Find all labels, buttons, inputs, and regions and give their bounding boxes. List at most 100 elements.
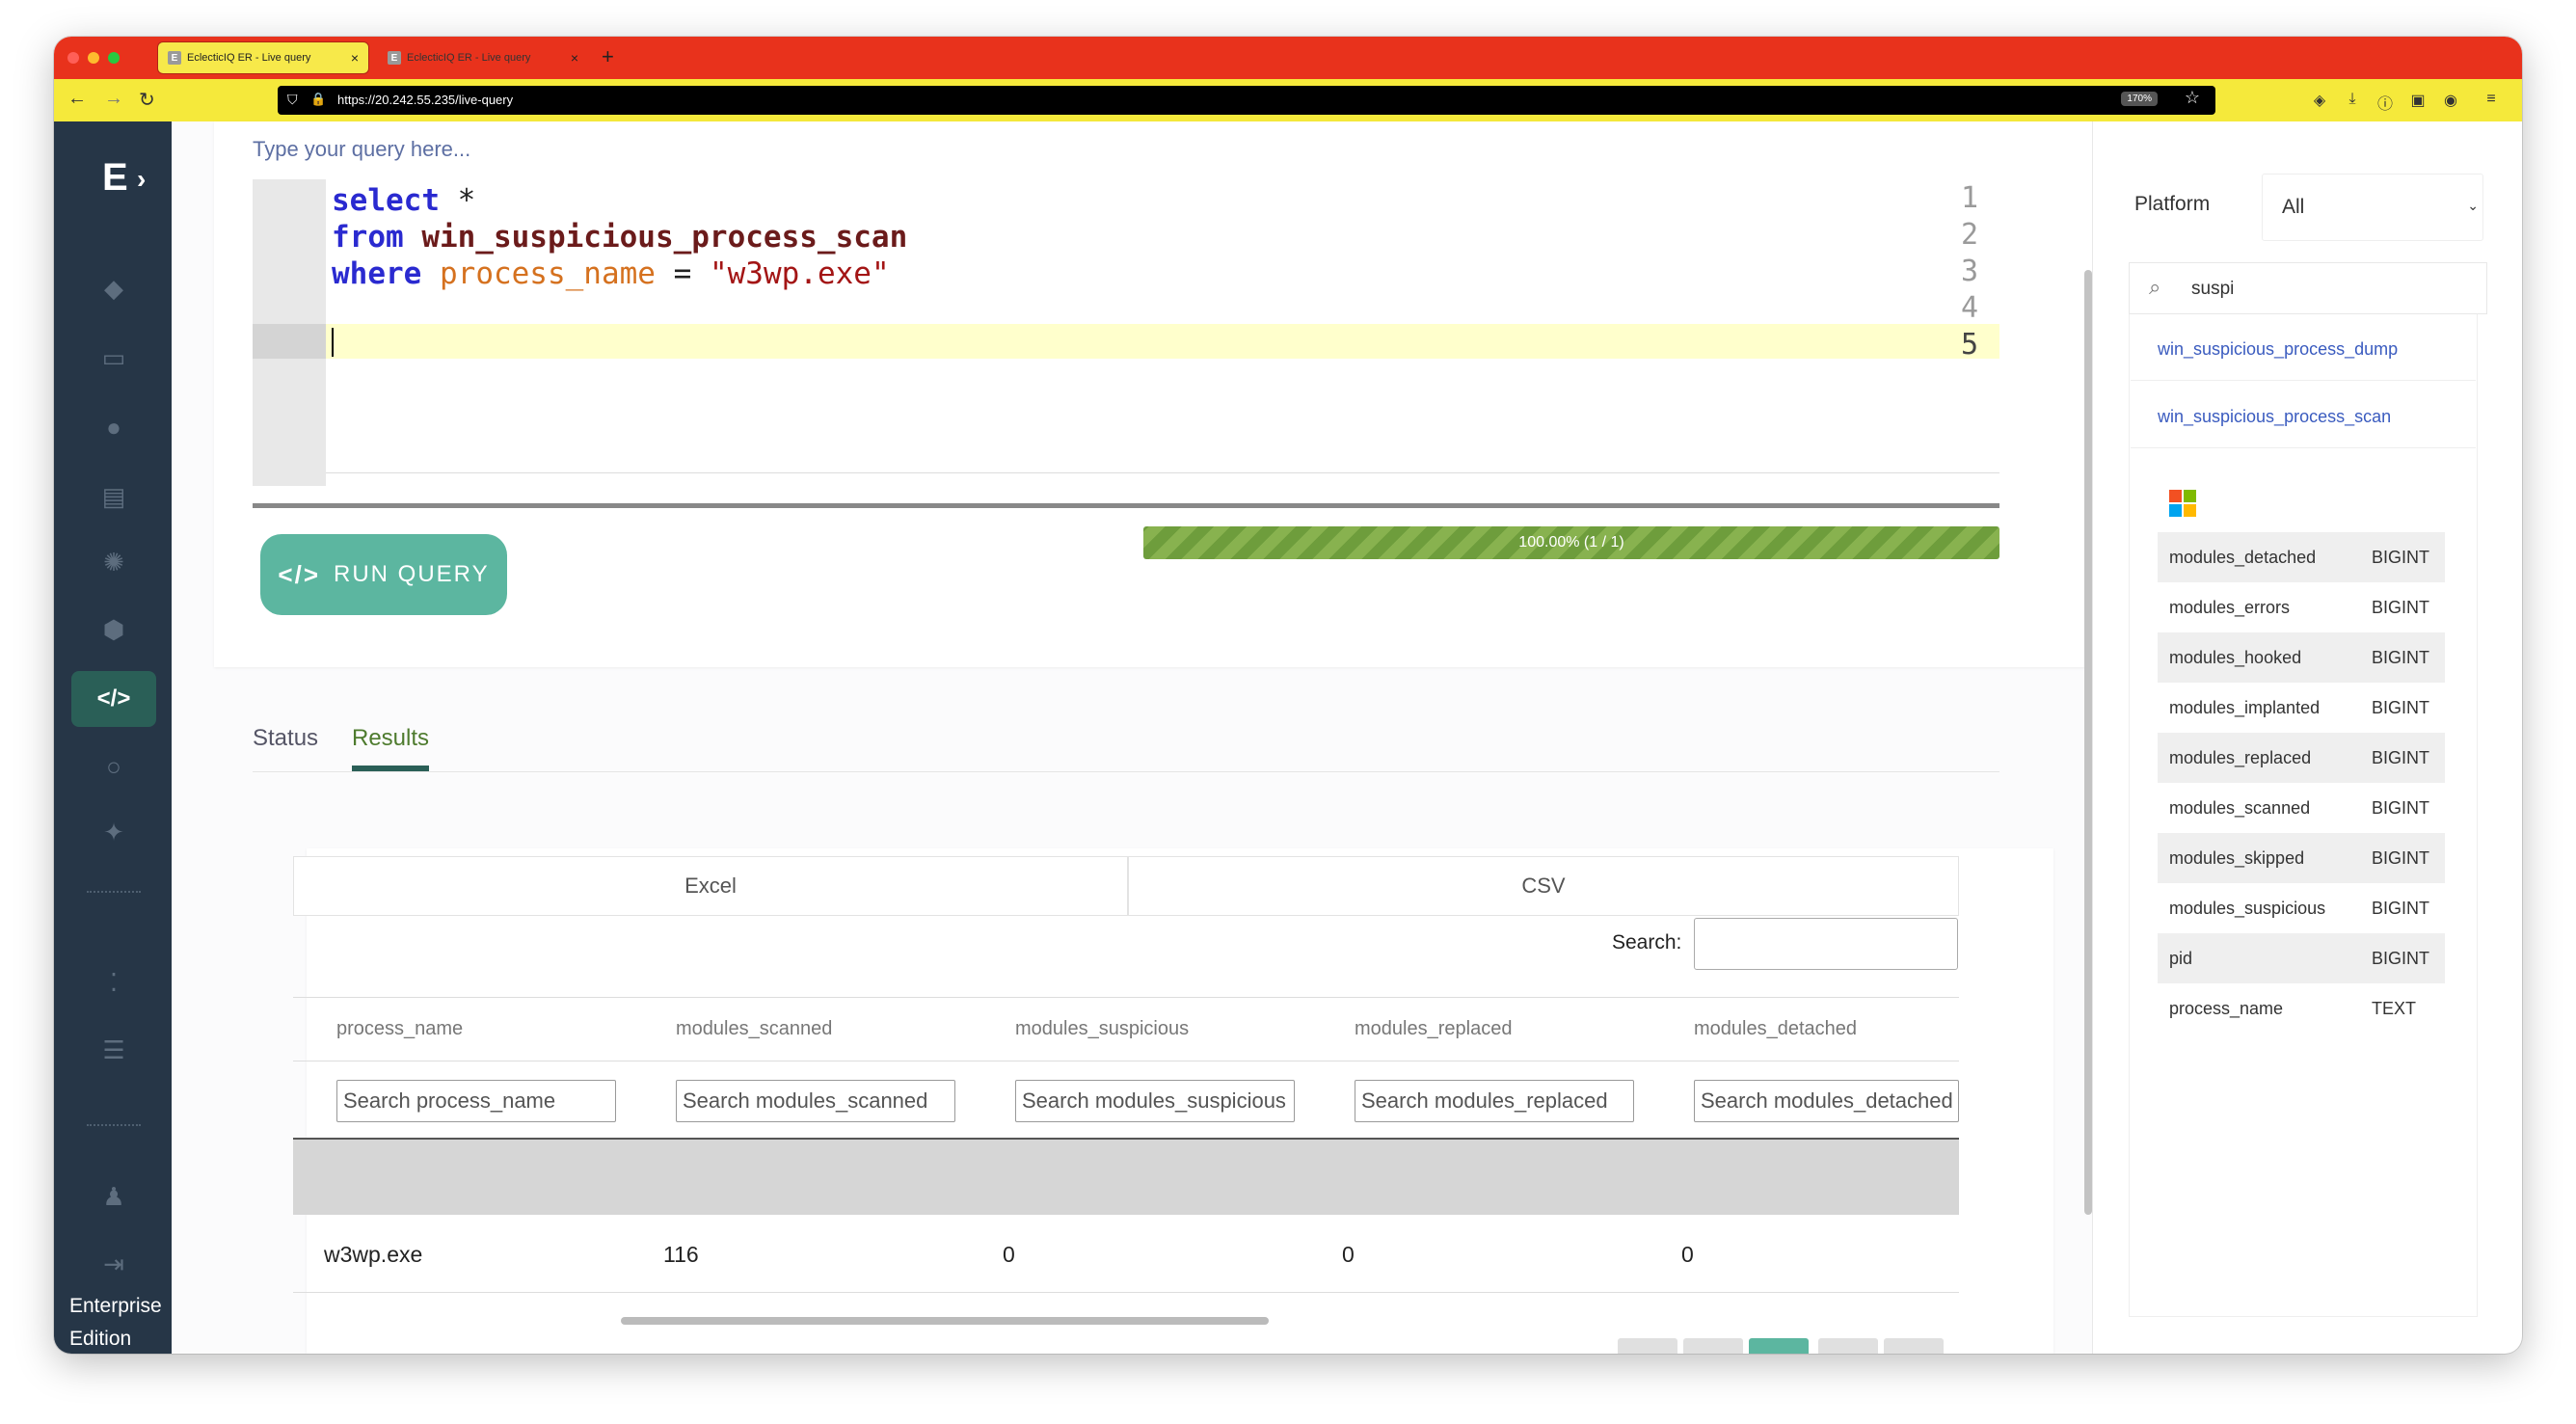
close-window-button[interactable]	[67, 52, 79, 64]
schema-col-name: modules_errors	[2169, 598, 2291, 617]
edition-line-1: Enterprise	[69, 1295, 162, 1317]
address-bar[interactable]: ⛉ 🔒 https://20.242.55.235/live-query 170…	[278, 86, 2215, 115]
pocket-icon[interactable]: ◈	[2310, 91, 2329, 110]
export-csv-button[interactable]: CSV	[1128, 856, 1959, 916]
schema-row: modules_suspicious BIGINT	[2158, 883, 2445, 933]
run-query-label: RUN QUERY	[334, 561, 490, 587]
schema-col-type: BIGINT	[2372, 949, 2430, 968]
column-header-modules-suspicious[interactable]: modules_suspicious	[1015, 1018, 1189, 1040]
pagination-button[interactable]	[1884, 1338, 1944, 1354]
schema-col-name: process_name	[2169, 999, 2284, 1018]
table-separator-row	[293, 1138, 1959, 1215]
extension-info-icon[interactable]: ⓘ	[2375, 91, 2395, 113]
query-progress-bar: 100.00% (1 / 1)	[1143, 526, 1999, 559]
table-search-field[interactable]: ⌕ suspi	[2129, 262, 2487, 314]
site-favicon-icon: E	[388, 51, 401, 65]
table-search-value: suspi	[2191, 279, 2235, 299]
pagination-button[interactable]	[1818, 1338, 1878, 1354]
reload-icon[interactable]: ↻	[139, 88, 155, 112]
browser-tab[interactable]: E EclecticIQ ER - Live query ×	[378, 42, 588, 73]
sidebar-item-settings-icon[interactable]: ✺	[71, 534, 156, 590]
sidebar-item-search-icon[interactable]: ○	[71, 739, 156, 794]
column-search-modules-suspicious[interactable]: Search modules_suspicious	[1015, 1080, 1295, 1122]
sidebar-item-alerts-icon[interactable]: ●	[71, 399, 156, 455]
sidebar-item-monitor-icon[interactable]: ▭	[71, 330, 156, 386]
url-text: https://20.242.55.235/live-query	[337, 93, 514, 107]
table-horizontal-scrollbar[interactable]	[621, 1317, 1269, 1325]
tab-results[interactable]: Results	[352, 725, 429, 752]
browser-window: E EclecticIQ ER - Live query × E Eclecti…	[54, 37, 2522, 1354]
edition-line-2: Edition	[69, 1328, 132, 1350]
schema-row: modules_implanted BIGINT	[2158, 683, 2445, 733]
tab-status[interactable]: Status	[253, 725, 318, 752]
platform-select[interactable]: All ⌄	[2262, 174, 2483, 241]
schema-row: modules_hooked BIGINT	[2158, 632, 2445, 683]
schema-col-name: modules_detached	[2169, 548, 2317, 567]
app-logo[interactable]: E	[102, 156, 128, 200]
current-line-gutter	[253, 324, 326, 359]
schema-col-type: BIGINT	[2372, 798, 2430, 818]
run-query-button[interactable]: </> RUN QUERY	[260, 534, 507, 615]
minimize-window-button[interactable]	[88, 52, 99, 64]
schema-row: modules_replaced BIGINT	[2158, 733, 2445, 783]
schema-col-name: modules_replaced	[2169, 748, 2312, 767]
pagination-button-current[interactable]	[1749, 1338, 1809, 1354]
column-search-modules-replaced[interactable]: Search modules_replaced	[1355, 1080, 1634, 1122]
menu-icon[interactable]: ≡	[2482, 91, 2501, 110]
table-link-scan[interactable]: win_suspicious_process_scan	[2158, 407, 2391, 427]
sidebar-item-layers-icon[interactable]: ◆	[71, 260, 156, 316]
table-row-border	[293, 1292, 1959, 1293]
code-table: win_suspicious_process_scan	[403, 220, 908, 255]
schema-col-type: BIGINT	[2372, 698, 2430, 717]
export-excel-button[interactable]: Excel	[293, 856, 1128, 916]
code-keyword: select	[332, 183, 440, 218]
browser-tabbar: E EclecticIQ ER - Live query × E Eclecti…	[54, 37, 2522, 79]
column-header-modules-detached[interactable]: modules_detached	[1694, 1018, 1857, 1040]
sidebar-item-toggles-icon[interactable]: ⁚	[71, 954, 156, 1010]
close-tab-icon[interactable]: ×	[351, 50, 359, 66]
sidebar-item-logout-icon[interactable]: ⇥	[71, 1236, 156, 1292]
wallet-icon[interactable]: ▣	[2408, 91, 2428, 110]
zoom-level-badge[interactable]: 170%	[2121, 92, 2158, 106]
column-header-modules-scanned[interactable]: modules_scanned	[676, 1018, 832, 1040]
zoom-window-button[interactable]	[108, 52, 120, 64]
pagination-button[interactable]	[1683, 1338, 1743, 1354]
query-editor[interactable]: 1 2 3 4 5 select * from win_suspicious_p…	[253, 179, 1999, 486]
schema-col-type: BIGINT	[2372, 748, 2430, 767]
download-icon[interactable]: ⤓	[2343, 91, 2362, 110]
query-placeholder: Type your query here...	[253, 137, 471, 161]
profile-icon[interactable]: ◉	[2441, 91, 2460, 110]
schema-row: process_name TEXT	[2158, 983, 2445, 1034]
column-header-modules-replaced[interactable]: modules_replaced	[1355, 1018, 1512, 1040]
table-header-top-border	[293, 997, 1959, 998]
sidebar-item-shield-icon[interactable]: ⬢	[71, 602, 156, 658]
column-search-process-name[interactable]: Search process_name	[336, 1080, 616, 1122]
table-search-input[interactable]	[1694, 918, 1958, 970]
sidebar-item-server-icon[interactable]: ☰	[71, 1022, 156, 1078]
schema-col-name: modules_suspicious	[2169, 899, 2326, 918]
csv-label: CSV	[1521, 873, 1566, 898]
schema-row: modules_skipped BIGINT	[2158, 833, 2445, 883]
sidebar-item-sparkle-icon[interactable]: ✦	[71, 804, 156, 860]
platform-label: Platform	[2134, 193, 2211, 215]
column-search-modules-scanned[interactable]: Search modules_scanned	[676, 1080, 955, 1122]
expand-sidebar-icon[interactable]: ›	[137, 164, 146, 195]
bookmark-star-icon[interactable]: ☆	[2185, 88, 2200, 108]
close-tab-icon[interactable]: ×	[571, 50, 578, 66]
editor-resize-bar[interactable]	[253, 503, 1999, 508]
main-vertical-scrollbar[interactable]	[2084, 270, 2092, 1215]
platform-value: All	[2282, 196, 2305, 218]
column-header-process-name[interactable]: process_name	[336, 1018, 463, 1040]
sidebar-item-user-icon[interactable]: ♟	[71, 1169, 156, 1224]
new-tab-icon[interactable]: +	[602, 44, 614, 69]
column-search-modules-detached[interactable]: Search modules_detached	[1694, 1080, 1959, 1122]
schema-col-type: BIGINT	[2372, 648, 2430, 667]
back-arrow-icon[interactable]: ←	[67, 88, 87, 110]
browser-tab-active[interactable]: E EclecticIQ ER - Live query ×	[158, 42, 368, 73]
table-link-dump[interactable]: win_suspicious_process_dump	[2158, 339, 2398, 360]
line-number: 4	[1960, 291, 1978, 325]
sidebar-item-live-query-icon[interactable]: </>	[71, 671, 156, 727]
sidebar-item-clipboard-icon[interactable]: ▤	[71, 469, 156, 524]
pagination-button[interactable]	[1618, 1338, 1677, 1354]
forward-arrow-icon[interactable]: →	[104, 88, 123, 110]
